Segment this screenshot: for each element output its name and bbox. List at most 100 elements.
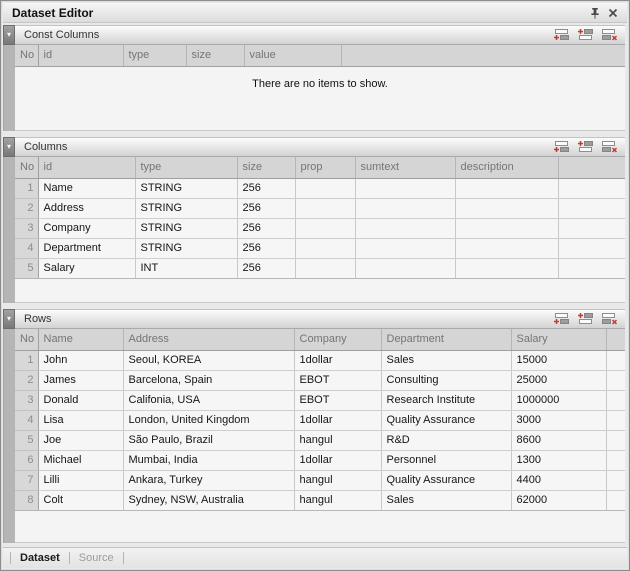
collapse-section-button[interactable]: ▾ <box>3 309 15 329</box>
cell[interactable] <box>455 178 558 198</box>
cell[interactable]: Donald <box>38 390 123 410</box>
cell[interactable]: Department <box>38 238 135 258</box>
cell[interactable]: Lilli <box>38 470 123 490</box>
cell[interactable] <box>295 218 355 238</box>
cell[interactable]: 1dollar <box>294 350 381 370</box>
column-header-cell[interactable]: prop <box>295 157 355 178</box>
cell[interactable]: Barcelona, Spain <box>123 370 294 390</box>
cell[interactable] <box>455 238 558 258</box>
insert-row-button[interactable] <box>577 28 594 42</box>
column-header-cell[interactable]: Name <box>38 329 123 350</box>
cell[interactable] <box>295 198 355 218</box>
cell[interactable]: Consulting <box>381 370 511 390</box>
column-header-cell[interactable]: Department <box>381 329 511 350</box>
cell[interactable] <box>295 178 355 198</box>
add-row-button[interactable] <box>553 28 570 42</box>
delete-row-button[interactable] <box>601 312 618 326</box>
cell[interactable]: Lisa <box>38 410 123 430</box>
cell[interactable]: Ankara, Turkey <box>123 470 294 490</box>
row-number-cell[interactable]: 6 <box>15 450 38 470</box>
cell[interactable]: STRING <box>135 238 237 258</box>
cell[interactable]: Sydney, NSW, Australia <box>123 490 294 510</box>
collapse-section-button[interactable]: ▾ <box>3 25 15 45</box>
column-header-cell[interactable]: Salary <box>511 329 606 350</box>
cell[interactable]: EBOT <box>294 370 381 390</box>
cell[interactable]: R&D <box>381 430 511 450</box>
column-header-cell[interactable]: id <box>38 45 123 66</box>
cell[interactable]: Name <box>38 178 135 198</box>
cell[interactable] <box>355 238 455 258</box>
cell[interactable]: Address <box>38 198 135 218</box>
cell[interactable]: Michael <box>38 450 123 470</box>
cell[interactable]: hangul <box>294 490 381 510</box>
column-header-cell[interactable]: value <box>244 45 341 66</box>
insert-row-button[interactable] <box>577 140 594 154</box>
row-number-cell[interactable]: 2 <box>15 370 38 390</box>
cell[interactable] <box>355 198 455 218</box>
cell[interactable]: Company <box>38 218 135 238</box>
collapse-section-button[interactable]: ▾ <box>3 137 15 157</box>
cell[interactable]: 1000000 <box>511 390 606 410</box>
column-header-cell[interactable]: No <box>15 329 38 350</box>
column-header-cell[interactable]: id <box>38 157 135 178</box>
row-number-cell[interactable]: 1 <box>15 350 38 370</box>
cell[interactable] <box>355 178 455 198</box>
row-number-cell[interactable]: 2 <box>15 198 38 218</box>
cell[interactable]: Research Institute <box>381 390 511 410</box>
cell[interactable] <box>355 218 455 238</box>
cell[interactable]: São Paulo, Brazil <box>123 430 294 450</box>
cell[interactable]: Mumbai, India <box>123 450 294 470</box>
tab-dataset[interactable]: Dataset <box>20 552 60 564</box>
column-header-cell[interactable]: description <box>455 157 558 178</box>
column-header-cell[interactable]: size <box>237 157 295 178</box>
cell[interactable]: 3000 <box>511 410 606 430</box>
cell[interactable]: Salary <box>38 258 135 278</box>
cell[interactable]: EBOT <box>294 390 381 410</box>
cell[interactable]: 62000 <box>511 490 606 510</box>
cell[interactable]: hangul <box>294 430 381 450</box>
cell[interactable]: Sales <box>381 350 511 370</box>
cell[interactable]: 256 <box>237 258 295 278</box>
cell[interactable]: 8600 <box>511 430 606 450</box>
cell[interactable]: Califonia, USA <box>123 390 294 410</box>
row-number-cell[interactable]: 3 <box>15 218 38 238</box>
add-row-button[interactable] <box>553 140 570 154</box>
cell[interactable]: 256 <box>237 218 295 238</box>
delete-row-button[interactable] <box>601 28 618 42</box>
column-header-cell[interactable]: No <box>15 45 38 66</box>
cell[interactable]: INT <box>135 258 237 278</box>
row-number-cell[interactable]: 8 <box>15 490 38 510</box>
add-row-button[interactable] <box>553 312 570 326</box>
column-header-cell[interactable]: Company <box>294 329 381 350</box>
cell[interactable] <box>295 238 355 258</box>
cell[interactable]: 15000 <box>511 350 606 370</box>
cell[interactable]: STRING <box>135 178 237 198</box>
cell[interactable]: Quality Assurance <box>381 410 511 430</box>
cell[interactable] <box>455 218 558 238</box>
cell[interactable]: 1dollar <box>294 450 381 470</box>
cell[interactable]: 256 <box>237 178 295 198</box>
column-header-cell[interactable]: type <box>135 157 237 178</box>
cell[interactable]: 1300 <box>511 450 606 470</box>
column-header-cell[interactable]: size <box>186 45 244 66</box>
row-number-cell[interactable]: 5 <box>15 430 38 450</box>
cell[interactable]: Quality Assurance <box>381 470 511 490</box>
pin-button[interactable] <box>586 5 604 21</box>
cell[interactable]: Seoul, KOREA <box>123 350 294 370</box>
row-number-cell[interactable]: 4 <box>15 238 38 258</box>
column-header-cell[interactable]: Address <box>123 329 294 350</box>
cell[interactable]: 1dollar <box>294 410 381 430</box>
cell[interactable] <box>295 258 355 278</box>
column-header-cell[interactable]: No <box>15 157 38 178</box>
row-number-cell[interactable]: 7 <box>15 470 38 490</box>
column-header-cell[interactable]: sumtext <box>355 157 455 178</box>
insert-row-button[interactable] <box>577 312 594 326</box>
cell[interactable]: STRING <box>135 198 237 218</box>
cell[interactable]: Sales <box>381 490 511 510</box>
row-number-cell[interactable]: 1 <box>15 178 38 198</box>
row-number-cell[interactable]: 4 <box>15 410 38 430</box>
cell[interactable]: James <box>38 370 123 390</box>
cell[interactable]: Personnel <box>381 450 511 470</box>
row-number-cell[interactable]: 3 <box>15 390 38 410</box>
cell[interactable]: 4400 <box>511 470 606 490</box>
